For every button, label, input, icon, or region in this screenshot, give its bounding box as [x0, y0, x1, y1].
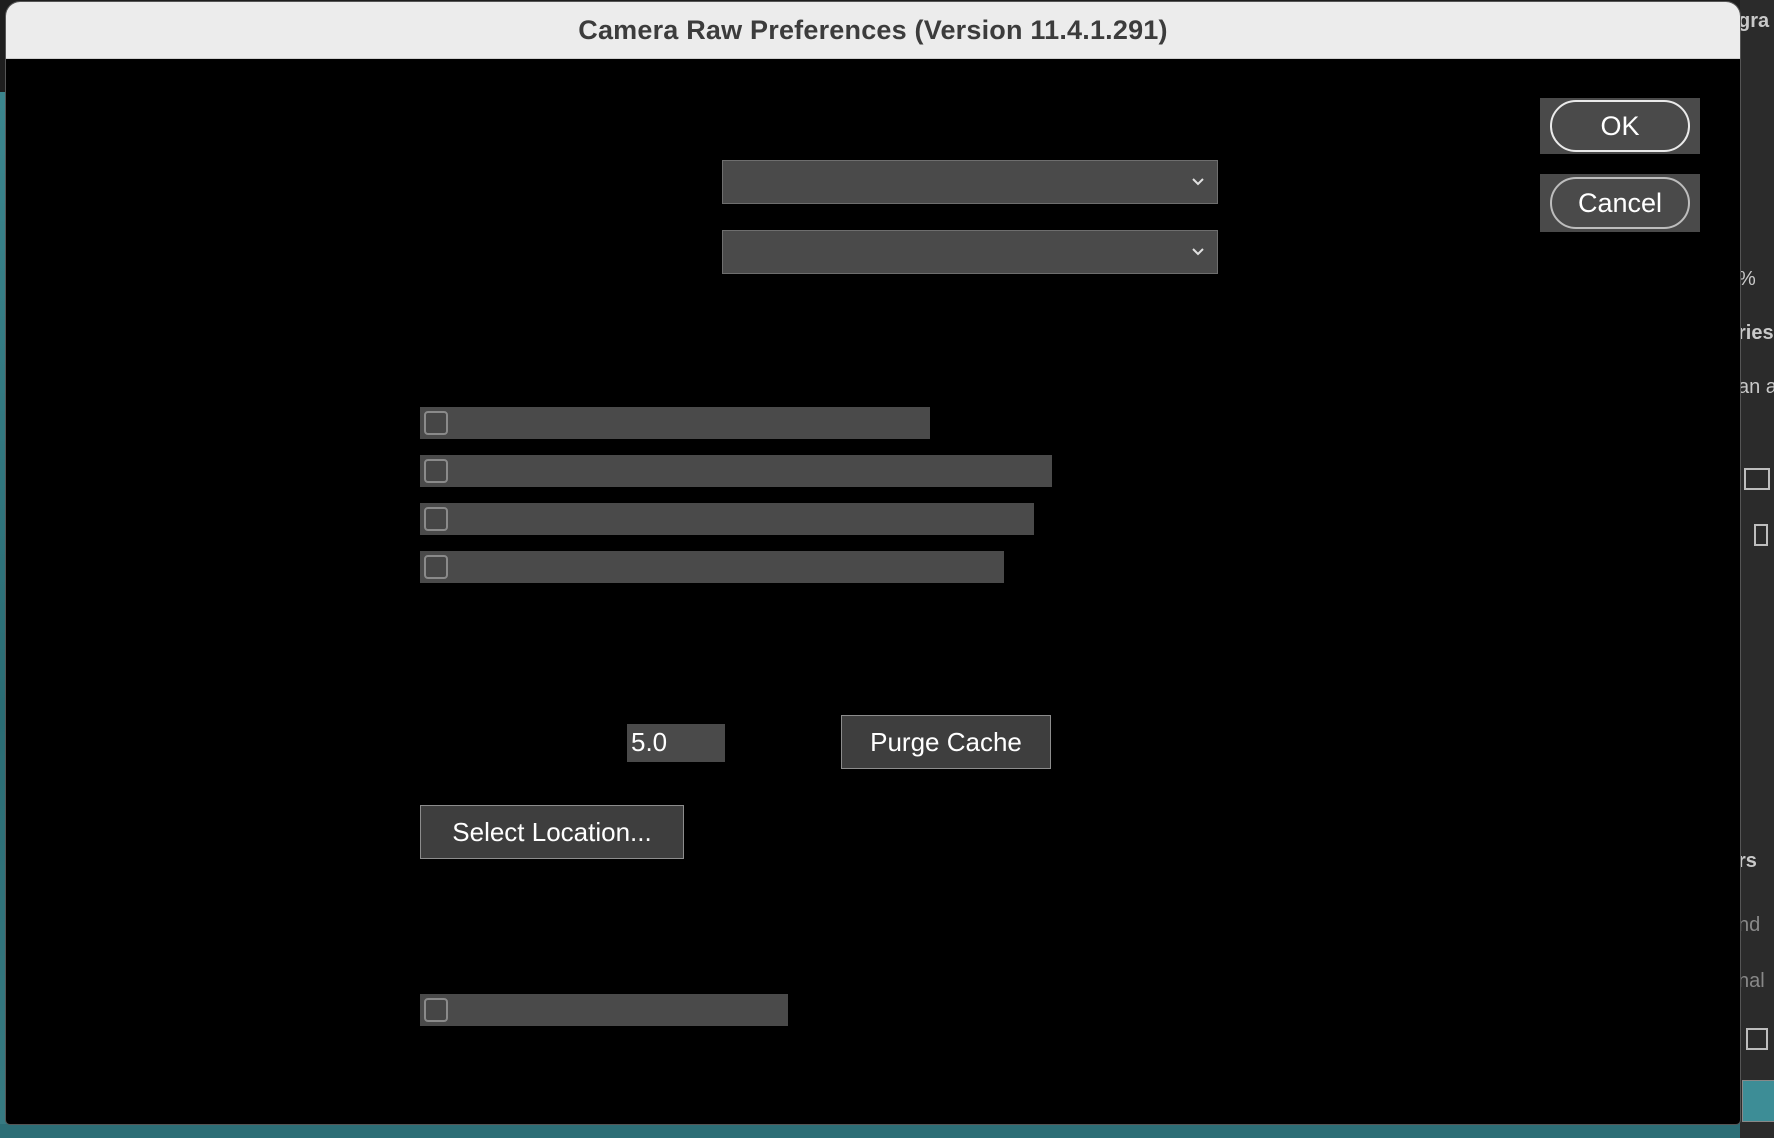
- background-text-fragment: nd: [1740, 914, 1761, 936]
- checkbox-row-3[interactable]: [420, 503, 1034, 535]
- background-text-fragment: ries: [1740, 322, 1774, 344]
- background-frame-icon: [1754, 524, 1768, 546]
- dialog-title: Camera Raw Preferences (Version 11.4.1.2…: [578, 14, 1168, 45]
- background-canvas-edge: [0, 1124, 1774, 1138]
- background-checker-icon: [1746, 1028, 1768, 1050]
- checkbox-row-2[interactable]: [420, 455, 1052, 487]
- select-location-button[interactable]: Select Location...: [420, 805, 684, 859]
- cancel-button[interactable]: Cancel: [1550, 177, 1690, 229]
- checkbox-row-1[interactable]: [420, 407, 930, 439]
- checkbox[interactable]: [424, 555, 448, 579]
- ok-button[interactable]: OK: [1550, 100, 1690, 152]
- background-text-fragment: an ac: [1740, 376, 1774, 398]
- background-gradient-icon: [1744, 468, 1770, 490]
- cache-size-input[interactable]: 5.0: [627, 724, 725, 762]
- background-text-fragment: nal: [1740, 970, 1765, 992]
- dialog-titlebar[interactable]: Camera Raw Preferences (Version 11.4.1.2…: [6, 2, 1740, 59]
- checkbox[interactable]: [424, 411, 448, 435]
- preference-dropdown-1[interactable]: [722, 160, 1218, 204]
- background-right-panel: gra % ries an ac rs nd nal: [1740, 0, 1774, 1138]
- background-text-fragment: rs: [1740, 850, 1757, 872]
- background-thumbnail: [1742, 1080, 1774, 1122]
- chevron-down-icon: [1192, 178, 1204, 186]
- checkbox[interactable]: [424, 998, 448, 1022]
- purge-cache-button[interactable]: Purge Cache: [841, 715, 1051, 769]
- checkbox[interactable]: [424, 459, 448, 483]
- background-text-fragment: gra: [1740, 10, 1770, 32]
- background-text-fragment: %: [1740, 268, 1756, 291]
- checkbox[interactable]: [424, 507, 448, 531]
- checkbox-row-4[interactable]: [420, 551, 1004, 583]
- cancel-button-frame: Cancel: [1540, 174, 1700, 232]
- preferences-dialog: Camera Raw Preferences (Version 11.4.1.2…: [6, 2, 1740, 1124]
- preference-dropdown-2[interactable]: [722, 230, 1218, 274]
- checkbox-row-5[interactable]: [420, 994, 788, 1026]
- ok-button-frame: OK: [1540, 98, 1700, 154]
- chevron-down-icon: [1192, 248, 1204, 256]
